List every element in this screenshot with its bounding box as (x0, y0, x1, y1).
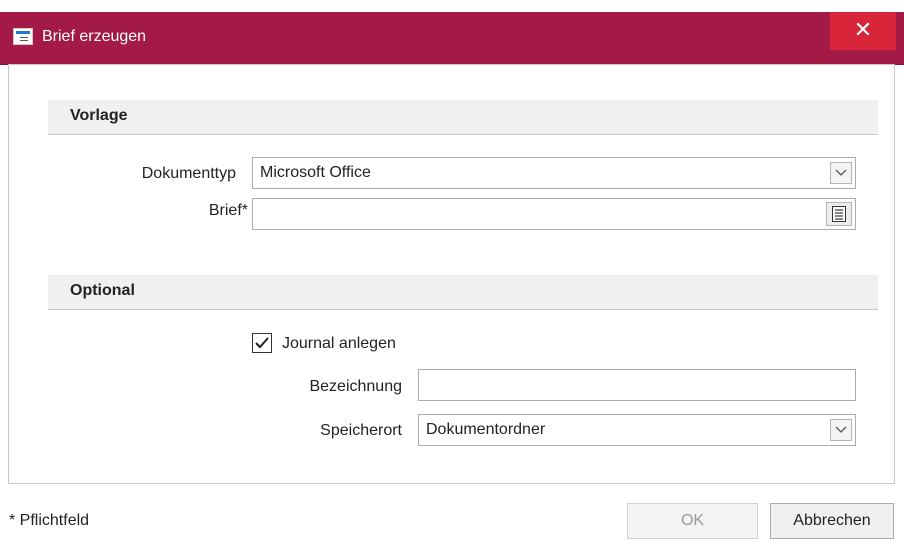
brief-field[interactable] (252, 198, 856, 230)
journal-checkbox[interactable] (252, 333, 272, 353)
dokumenttyp-label: Dokumenttyp (141, 165, 236, 182)
journal-label[interactable]: Journal anlegen (282, 334, 396, 354)
chevron-down-icon[interactable] (830, 419, 852, 441)
brief-label: Brief* (208, 202, 248, 219)
ok-button[interactable]: OK (627, 503, 758, 539)
close-button[interactable]: ✕ (830, 12, 896, 50)
speicherort-select[interactable]: Dokumentordner (418, 414, 856, 446)
dokumenttyp-select[interactable]: Microsoft Office (252, 157, 856, 189)
document-icon (13, 28, 33, 45)
bezeichnung-label: Bezeichnung (309, 378, 402, 395)
section-header-vorlage: Vorlage (48, 100, 878, 135)
cancel-button[interactable]: Abbrechen (770, 503, 894, 539)
required-field-note: * Pflichtfeld (9, 512, 90, 529)
checkmark-icon (255, 337, 269, 349)
title-bar: Brief erzeugen ✕ (0, 12, 904, 65)
speicherort-label: Speicherort (320, 422, 402, 439)
section-title-vorlage: Vorlage (70, 107, 128, 124)
dialog-window: Brief erzeugen ✕ Vorlage Dokumenttyp Mic… (0, 0, 904, 545)
section-header-optional: Optional (48, 275, 878, 310)
dokumenttyp-value: Microsoft Office (260, 164, 371, 181)
chevron-down-icon[interactable] (830, 162, 852, 184)
list-icon[interactable] (826, 202, 852, 226)
window-title: Brief erzeugen (42, 28, 147, 45)
speicherort-value: Dokumentordner (426, 421, 546, 438)
section-title-optional: Optional (70, 282, 135, 299)
bezeichnung-input[interactable] (418, 369, 856, 401)
